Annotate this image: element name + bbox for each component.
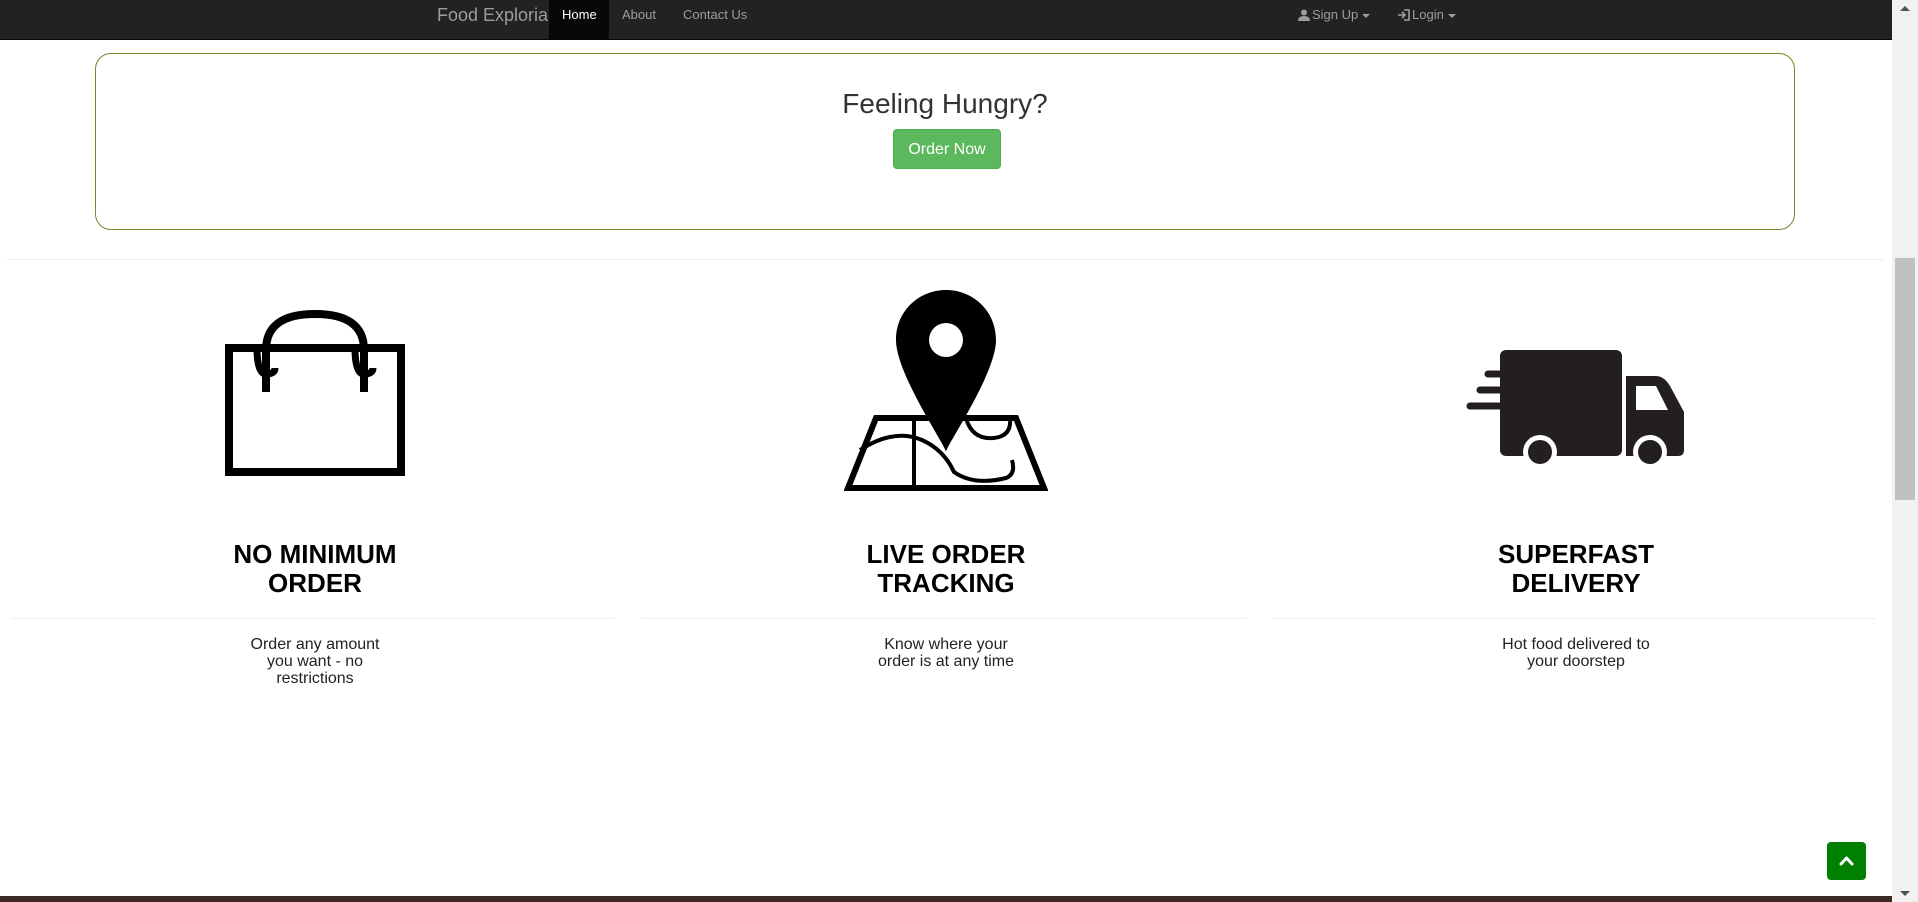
feature-divider [11, 618, 615, 619]
feature-description: Order any amount you want - no restricti… [250, 636, 380, 687]
scroll-down-arrow[interactable] [1892, 885, 1918, 902]
section-divider [7, 259, 1885, 260]
nav-about[interactable]: About [609, 0, 669, 39]
brand-link[interactable]: Food Exploria [437, 0, 548, 39]
feature-description: Know where your order is at any time [877, 636, 1015, 670]
signup-dropdown[interactable]: Sign Up [1284, 0, 1384, 39]
caret-down-icon [1362, 13, 1371, 18]
scroll-thumb[interactable] [1895, 258, 1915, 500]
order-now-button[interactable]: Order Now [893, 129, 1001, 169]
hero-title: Feeling Hungry? [842, 88, 1048, 119]
login-icon [1397, 9, 1410, 21]
chevron-up-icon [1839, 856, 1854, 866]
feature-title: SUPERFAST DELIVERY [1497, 539, 1655, 598]
feature-title: NO MINIMUM ORDER [233, 539, 397, 598]
feature-title: LIVE ORDER TRACKING [866, 539, 1026, 598]
login-dropdown[interactable]: Login [1383, 0, 1470, 39]
page-scrollbar[interactable] [1892, 0, 1918, 902]
back-to-top-button[interactable] [1827, 842, 1866, 880]
hero-banner: Feeling Hungry? Order Now [95, 53, 1795, 230]
signup-label: Sign Up [1312, 7, 1359, 22]
scroll-up-arrow[interactable] [1892, 0, 1918, 17]
map-pin-icon [646, 290, 1246, 500]
nav-home[interactable]: Home [549, 0, 609, 39]
delivery-truck-icon [1276, 290, 1876, 500]
user-icon [1298, 9, 1310, 21]
login-label: Login [1412, 7, 1444, 22]
nav-contact-us[interactable]: Contact Us [670, 0, 760, 39]
feature-description: Hot food delivered to your doorstep [1502, 636, 1650, 670]
shopping-bag-icon [15, 290, 615, 500]
caret-down-icon [1447, 13, 1456, 18]
feature-divider [1272, 618, 1876, 619]
footer-image-edge [0, 896, 1892, 902]
top-navbar: Food Exploria Home About Contact Us Sign… [0, 0, 1892, 40]
feature-divider [642, 618, 1246, 619]
